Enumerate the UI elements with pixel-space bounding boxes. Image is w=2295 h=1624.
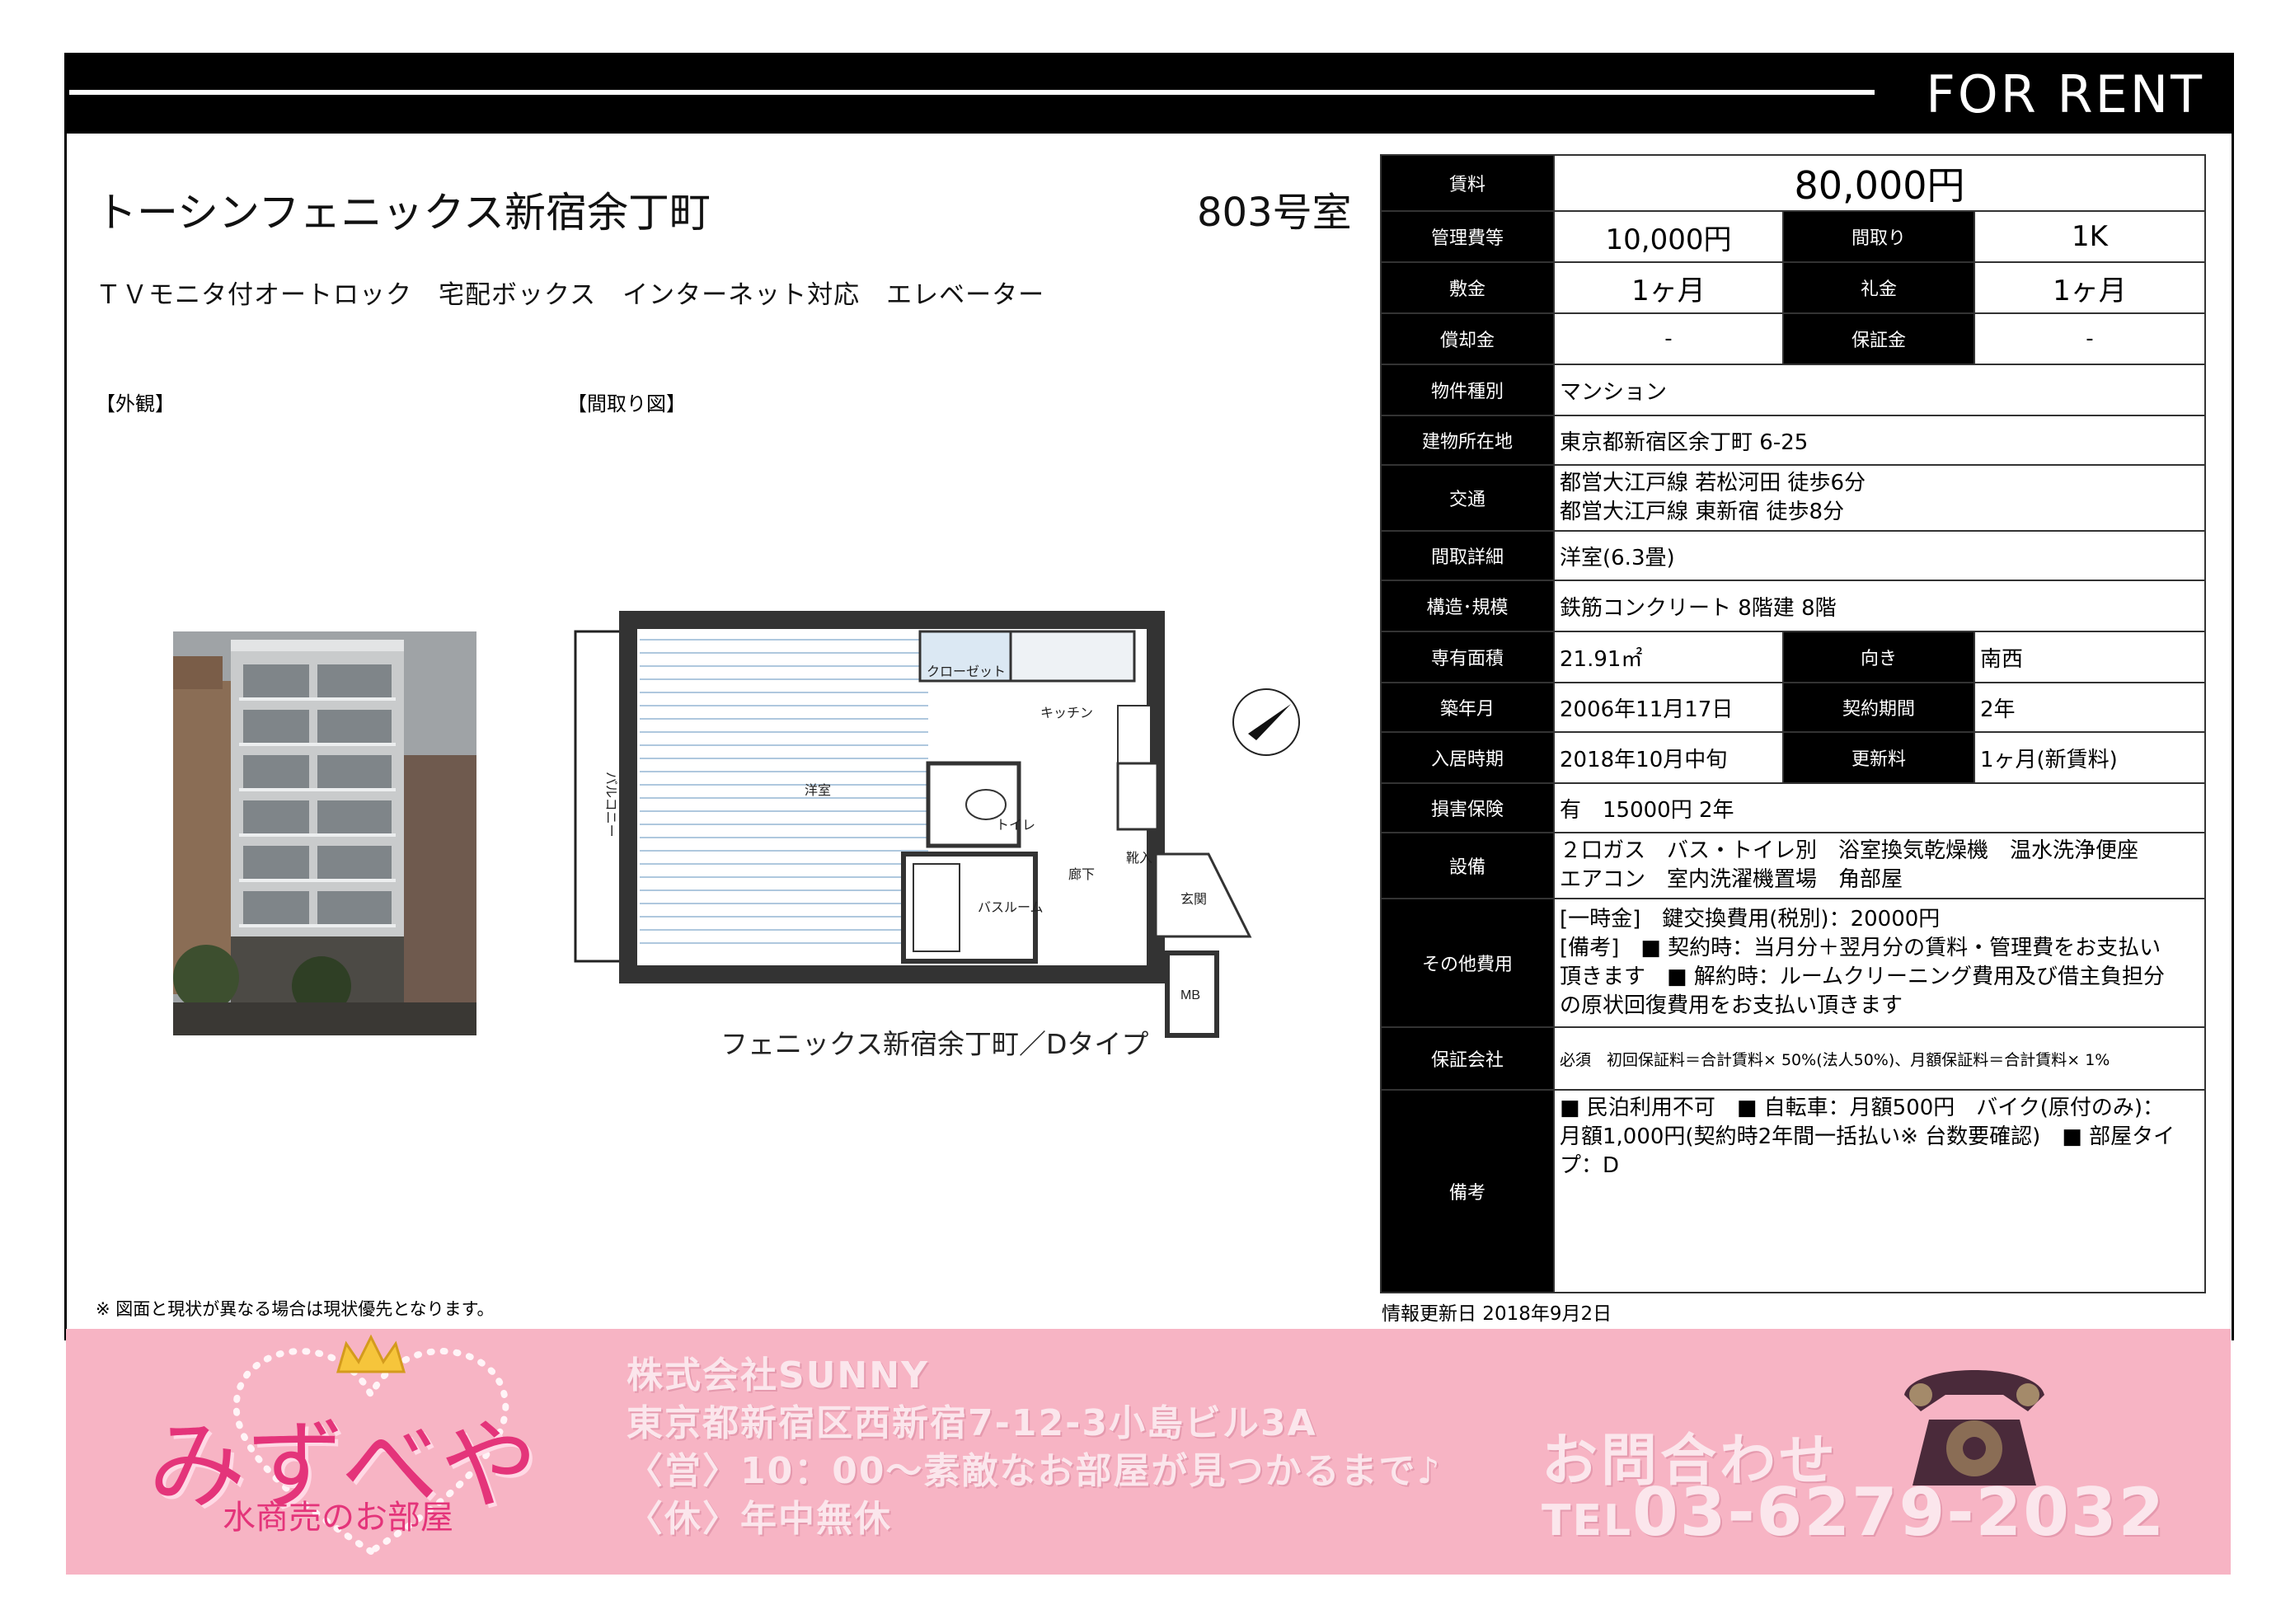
layout-value: 1K [1974,210,2206,263]
hall-label: 廊下 [1068,867,1095,882]
building-photo [173,631,476,1035]
western-room-label: 洋室 [805,783,831,798]
toilet-label: トイレ [996,819,1035,833]
renewal-fee-value: 1ヶ月(新賃料) [1974,731,2206,784]
remarks-label: 備考 [1380,1089,1555,1293]
header-bar: FOR RENT [66,54,2232,134]
area-value: 21.91㎡ [1553,631,1784,683]
property-info-table: 賃料 80,000円 管理費等 10,000円 間取り 1K 敷金 1ヶ月 礼金… [1380,154,2206,1293]
access-label: 交通 [1380,464,1555,532]
direction-label: 向き [1782,631,1975,683]
agency-hours: 〈営〉10：00～素敵なお部屋が見つかるまで♪ [627,1450,1442,1492]
structure-label: 構造･規模 [1380,580,1555,632]
guarantee-label: 保証金 [1782,312,1975,365]
agency-holiday: 〈休〉年中無休 [627,1498,892,1540]
property-features: ＴＶモニタ付オートロック 宅配ボックス インターネット対応 エレベーター [96,280,1045,310]
rent-value: 80,000円 [1553,154,2206,212]
agency-banner: みずべや 水商売のお部屋 株式会社SUNNY 東京都新宿区西新宿7-12-3小島… [66,1329,2231,1575]
equipment-value: ２口ガス バス・トイレ別 浴室換気乾燥機 温水洗浄便座 エアコン 室内洗濯機置場… [1553,832,2206,899]
disclaimer-note: ※ 図面と現状が異なる場合は現状優先となります。 [96,1299,495,1319]
other-fees-value: [一時金] 鍵交換費用(税別)：20000円 [備考] ■ 契約時：当月分＋翌月… [1553,898,2206,1028]
insurance-label: 損害保険 [1380,782,1555,833]
structure-value: 鉄筋コンクリート 8階建 8階 [1553,580,2206,632]
property-type-value: マンション [1553,364,2206,416]
contract-term-value: 2年 [1974,682,2206,733]
key-money-value: 1ヶ月 [1974,261,2206,314]
property-name: トーシンフェニックス新宿余丁町 [96,189,711,237]
renewal-fee-label: 更新料 [1782,731,1975,784]
move-in-label: 入居時期 [1380,731,1555,784]
other-fees-line-3: 頂きます ■ 解約時：ルームクリーニング費用及び借主負担分 [1560,965,2166,989]
access-line-2: 都営大江戸線 東新宿 徒歩8分 [1560,500,1845,524]
entrance-label: 玄関 [1180,892,1207,907]
closet-label: クローゼット [927,664,1006,679]
equipment-line-2: エアコン 室内洗濯機置場 角部屋 [1560,867,1903,892]
other-fees-line-1: [一時金] 鍵交換費用(税別)：20000円 [1560,907,1941,932]
room-detail-value: 洋室(6.3畳) [1553,530,2206,581]
access-line-1: 都営大江戸線 若松河田 徒歩6分 [1560,471,1866,495]
direction-value: 南西 [1974,631,2206,683]
guarantee-value: - [1974,312,2206,365]
exterior-label: 【外観】 [96,392,175,415]
agency-logo-subtitle: 水商売のお部屋 [223,1499,453,1537]
other-fees-label: その他費用 [1380,898,1555,1028]
remarks-value: ■ 民泊利用不可 ■ 自転車：月額500円 バイク(原付のみ)： 月額1,000… [1553,1089,2206,1293]
guarantor-company-value: 必須 初回保証料＝合計賃料× 50%(法人50%)、月額保証料＝合計賃料× 1% [1553,1026,2206,1091]
amortization-label: 償却金 [1380,312,1555,365]
guarantor-company-label: 保証会社 [1380,1026,1555,1091]
bath-label: バスルーム [978,901,1044,915]
address-value: 東京都新宿区余丁町 6-25 [1553,415,2206,466]
access-value: 都営大江戸線 若松河田 徒歩6分 都営大江戸線 東新宿 徒歩8分 [1553,464,2206,532]
header-line [69,90,1875,95]
shoe-storage-label: 靴入 [1126,851,1152,866]
contract-term-label: 契約期間 [1782,682,1975,733]
floorplan-caption: フェニックス新宿余丁町／Dタイプ [720,1028,1149,1060]
room-number: 803号室 [1197,190,1352,236]
deposit-label: 敷金 [1380,261,1555,314]
insurance-value: 有 15000円 2年 [1553,782,2206,833]
room-detail-label: 間取詳細 [1380,530,1555,581]
remarks-line-2: 月額1,000円(契約時2年間一括払い※ 台数要確認) ■ 部屋タイ [1560,1124,2175,1149]
balcony-label: バルコニー [603,772,617,838]
agency-phone[interactable]: TEL03-6279-2032 [1542,1474,2166,1551]
move-in-value: 2018年10月中旬 [1553,731,1784,784]
updated-date: 情報更新日 2018年9月2日 [1382,1303,1612,1325]
remarks-line-3: プ：D [1560,1153,1620,1178]
other-fees-line-2: [備考] ■ 契約時：当月分＋翌月分の賃料・管理費をお支払い [1560,936,2161,960]
remarks-line-1: ■ 民泊利用不可 ■ 自転車：月額500円 バイク(原付のみ)： [1560,1096,2165,1120]
agency-company: 株式会社SUNNY [627,1354,929,1396]
address-label: 建物所在地 [1380,415,1555,466]
built-date-value: 2006年11月17日 [1553,682,1784,733]
agency-address: 東京都新宿区西新宿7-12-3小島ビル3A [627,1402,1317,1444]
other-fees-line-4: の原状回復費用をお支払い頂きます [1560,993,1903,1018]
amortization-value: - [1553,312,1784,365]
kitchen-label: キッチン [1040,706,1093,720]
built-date-label: 築年月 [1380,682,1555,733]
layout-label: 間取り [1782,210,1975,263]
property-type-label: 物件種別 [1380,364,1555,416]
floor-plan: バルコニー クローゼット キッチン 洋室 トイレ バスルーム 廊下 靴入 玄関 … [574,611,1300,1038]
key-money-label: 礼金 [1782,261,1975,314]
telephone-icon [1904,1370,2044,1486]
mgmt-fee-label: 管理費等 [1380,210,1555,263]
area-label: 専有面積 [1380,631,1555,683]
phone-prefix: TEL [1542,1496,1633,1546]
floorplan-label: 【間取り図】 [567,392,686,415]
equipment-line-1: ２口ガス バス・トイレ別 浴室換気乾燥機 温水洗浄便座 [1560,838,2139,863]
mgmt-fee-value: 10,000円 [1553,210,1784,263]
deposit-value: 1ヶ月 [1553,261,1784,314]
equipment-label: 設備 [1380,832,1555,899]
mb-label: MB [1180,988,1200,1002]
rent-label: 賃料 [1380,154,1555,212]
for-rent-badge: FOR RENT [1926,64,2204,124]
